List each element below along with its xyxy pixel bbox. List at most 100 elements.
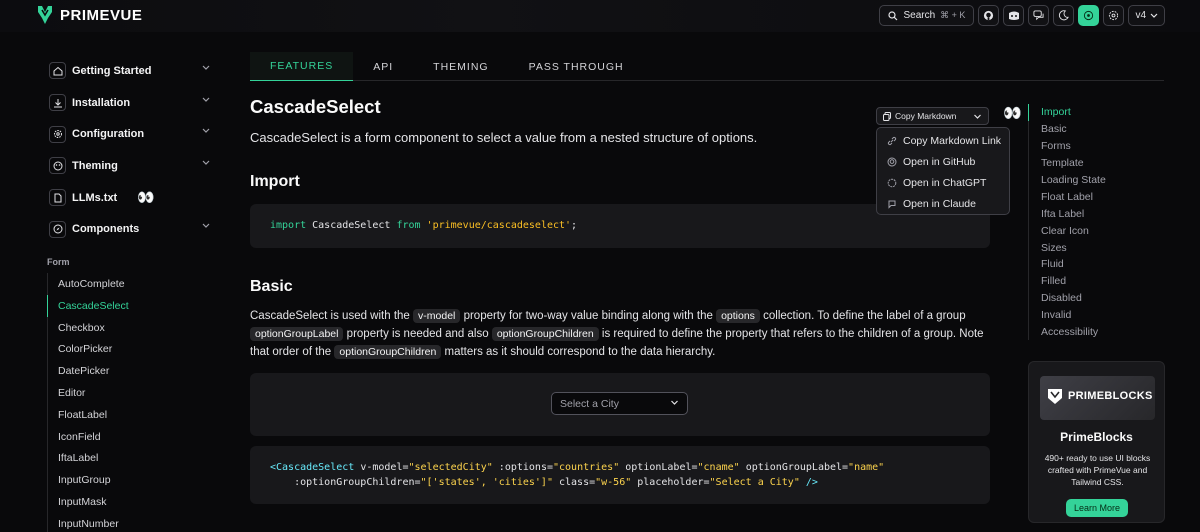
sidebar-item-datepicker[interactable]: DatePicker — [48, 360, 218, 382]
promo-logo-text: PRIMEBLOCKS — [1068, 390, 1153, 402]
eyes-emoji: 👀 — [1003, 105, 1022, 122]
discord-button[interactable] — [1003, 5, 1025, 26]
top-bar: PRIMEVUE Search ⌘ + K v4 — [0, 0, 1200, 32]
primeblocks-promo: PRIMEBLOCKS PrimeBlocks 490+ ready to us… — [1028, 361, 1165, 523]
menu-item-copy-link[interactable]: Copy Markdown Link — [877, 130, 1009, 151]
sidebar-item-colorpicker[interactable]: ColorPicker — [48, 339, 218, 361]
toc-item-sizes[interactable]: Sizes — [1029, 239, 1168, 256]
sidebar-item-floatlabel[interactable]: FloatLabel — [48, 404, 218, 426]
menu-item-claude[interactable]: Open in Claude — [877, 193, 1009, 214]
sidebar-item-installation[interactable]: Installation — [46, 87, 218, 119]
search-shortcut: ⌘ + K — [940, 10, 966, 20]
text: collection. To define the label of a gro… — [759, 310, 966, 322]
download-icon — [49, 94, 66, 112]
sidebar-item-iftalabel[interactable]: IftaLabel — [48, 448, 218, 470]
cascade-select[interactable]: Select a City — [551, 392, 688, 415]
chevron-down-icon — [202, 224, 210, 229]
sidebar-item-label: Theming — [72, 159, 118, 172]
sidebar-item-checkbox[interactable]: Checkbox — [48, 317, 218, 339]
sidebar-item-llms[interactable]: LLMs.txt 👀 — [46, 182, 218, 214]
primevue-logo-icon — [38, 6, 52, 24]
toc-item-import[interactable]: Import — [1028, 104, 1168, 121]
basic-heading[interactable]: Basic — [250, 278, 990, 296]
sidebar-item-editor[interactable]: Editor — [48, 382, 218, 404]
sidebar-item-inputgroup[interactable]: InputGroup — [48, 469, 218, 491]
code-tag: /> — [799, 477, 818, 488]
search-button[interactable]: Search ⌘ + K — [879, 5, 975, 26]
sidebar-item-inputnumber[interactable]: InputNumber — [48, 513, 218, 532]
code-line: :optionGroupChildren="['states', 'cities… — [270, 475, 970, 490]
moon-icon — [1059, 10, 1070, 21]
chevron-down-icon — [202, 97, 210, 102]
theme-color-button[interactable] — [1078, 5, 1100, 26]
sidebar-item-label: Installation — [72, 96, 131, 109]
dark-mode-toggle[interactable] — [1053, 5, 1075, 26]
sidebar-item-components[interactable]: Components — [46, 213, 218, 245]
code-value: "name" — [848, 462, 885, 473]
code-chip: options — [716, 309, 760, 323]
toc-item-clear-icon[interactable]: Clear Icon — [1029, 222, 1168, 239]
gear-icon — [49, 125, 66, 143]
discussions-button[interactable] — [1028, 5, 1050, 26]
copy-markdown-label: Copy Markdown — [895, 111, 957, 121]
github-icon — [984, 10, 994, 21]
basic-description: CascadeSelect is used with the v-model p… — [250, 307, 990, 361]
palette-icon — [49, 157, 66, 175]
primevue-logo[interactable]: PRIMEVUE — [36, 4, 142, 26]
settings-button[interactable] — [1103, 5, 1125, 26]
code-value: "['states', 'cities']" — [420, 477, 553, 488]
primeblocks-logo: PRIMEBLOCKS — [1046, 386, 1153, 406]
code-value: "Select a City" — [709, 477, 800, 488]
toc-item-disabled[interactable]: Disabled — [1029, 290, 1168, 307]
github-button[interactable] — [978, 5, 1000, 26]
compass-icon — [49, 220, 66, 238]
sidebar-item-configuration[interactable]: Configuration — [46, 118, 218, 150]
code-tag: <CascadeSelect — [270, 462, 355, 473]
tab-pass-through[interactable]: PASS THROUGH — [509, 52, 644, 81]
toc-item-loading-state[interactable]: Loading State — [1029, 172, 1168, 189]
code-attr: v-model= — [354, 462, 409, 473]
menu-item-github[interactable]: Open in GitHub — [877, 151, 1009, 172]
logo-text: PRIMEVUE — [60, 6, 143, 24]
discord-icon — [1008, 11, 1019, 20]
copy-markdown-menu: Copy Markdown Link Open in GitHub Open i… — [876, 127, 1010, 215]
toc-item-basic[interactable]: Basic — [1029, 121, 1168, 138]
code-line: <CascadeSelect v-model="selectedCity" :o… — [270, 460, 970, 475]
sidebar-item-label: Configuration — [72, 128, 145, 141]
sidebar-item-getting-started[interactable]: Getting Started — [46, 55, 218, 87]
sidebar-item-inputmask[interactable]: InputMask — [48, 491, 218, 513]
sidebar-item-cascadeselect[interactable]: CascadeSelect — [47, 294, 218, 317]
toc-item-ifta-label[interactable]: Ifta Label — [1029, 205, 1168, 222]
toc-item-forms[interactable]: Forms — [1029, 138, 1168, 155]
demo-area: Select a City — [250, 373, 990, 436]
sidebar-item-autocomplete[interactable]: AutoComplete — [48, 273, 218, 295]
toc-item-accessibility[interactable]: Accessibility — [1029, 324, 1168, 341]
code-text: ; — [571, 220, 578, 231]
promo-title: PrimeBlocks — [1060, 430, 1133, 444]
version-select[interactable]: v4 — [1128, 5, 1165, 26]
sidebar-item-theming[interactable]: Theming — [46, 150, 218, 182]
toc-item-fluid[interactable]: Fluid — [1029, 256, 1168, 273]
chevron-down-icon — [974, 114, 981, 119]
code-attr: optionLabel= — [619, 462, 698, 473]
code-string: 'primevue/cascadeselect' — [420, 220, 572, 231]
sidebar-item-iconfield[interactable]: IconField — [48, 426, 218, 448]
chevron-down-icon — [671, 400, 678, 405]
search-label: Search — [903, 10, 936, 21]
toc-item-template[interactable]: Template — [1029, 155, 1168, 172]
toc-item-filled[interactable]: Filled — [1029, 273, 1168, 290]
menu-item-chatgpt[interactable]: Open in ChatGPT — [877, 172, 1009, 193]
menu-item-label: Open in GitHub — [903, 155, 976, 168]
text: property is needed and also — [343, 328, 492, 340]
gear-icon — [1109, 10, 1119, 21]
learn-more-button[interactable]: Learn More — [1066, 499, 1128, 517]
claude-icon — [888, 200, 896, 209]
toc-item-float-label[interactable]: Float Label — [1029, 188, 1168, 205]
tab-theming[interactable]: THEMING — [413, 52, 508, 81]
toc-item-invalid[interactable]: Invalid — [1029, 307, 1168, 324]
code-chip: optionGroupChildren — [334, 345, 442, 359]
tab-features[interactable]: FEATURES — [250, 52, 354, 81]
chevron-down-icon — [202, 65, 210, 70]
copy-markdown-button[interactable]: Copy Markdown — [876, 107, 989, 125]
tab-api[interactable]: API — [353, 52, 413, 81]
